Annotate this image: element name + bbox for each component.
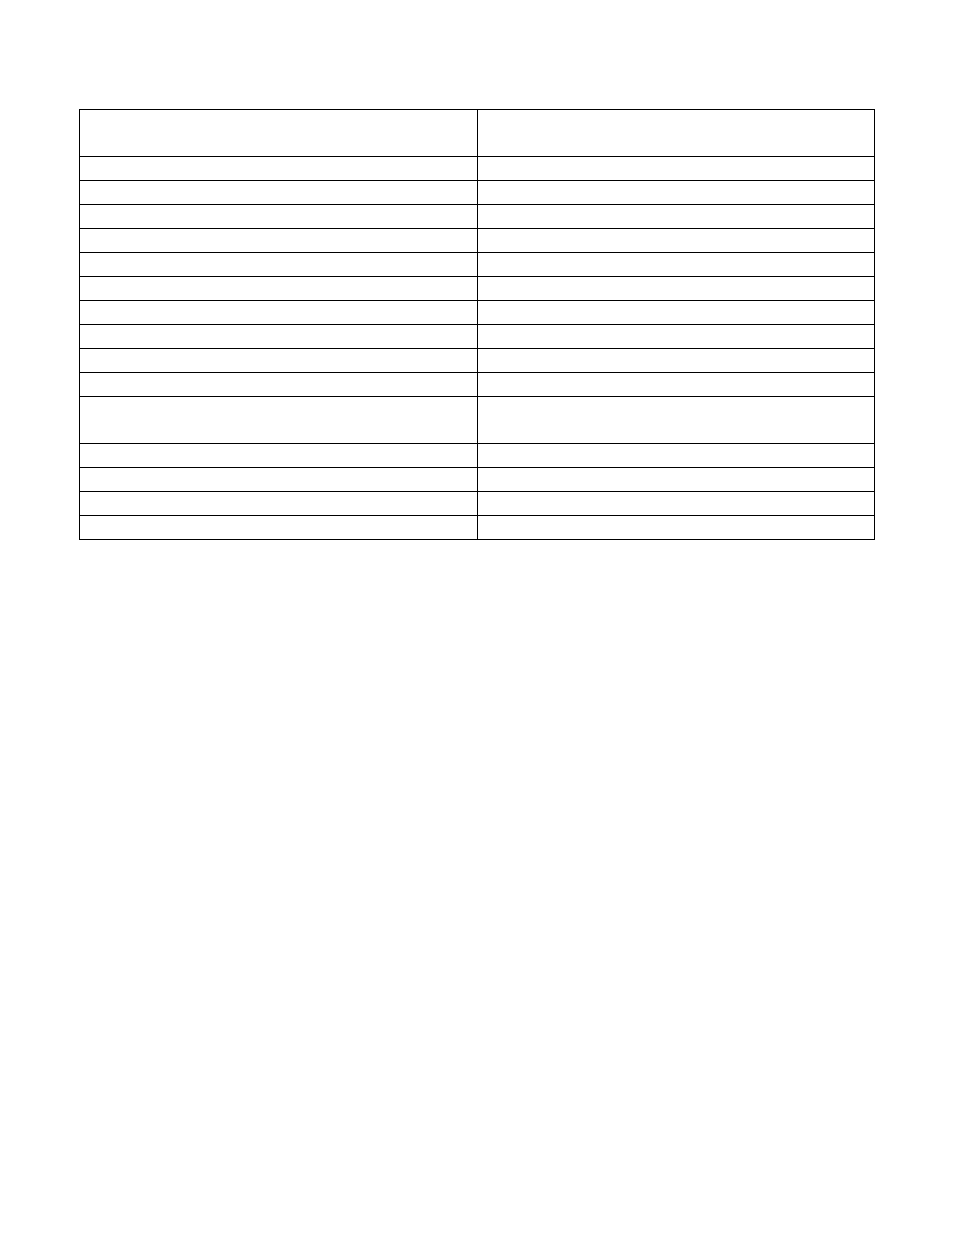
table-row [80, 516, 875, 540]
table-row [80, 253, 875, 277]
table-cell-right [477, 229, 875, 253]
table-cell-left [80, 181, 478, 205]
table-row [80, 444, 875, 468]
table-cell-left [80, 516, 478, 540]
table-cell-left [80, 301, 478, 325]
table-cell-right [477, 205, 875, 229]
table-cell-left [80, 205, 478, 229]
table-cell-left [80, 157, 478, 181]
table-cell-left [80, 349, 478, 373]
table-cell-left [80, 397, 478, 444]
table-row [80, 181, 875, 205]
table-cell-left [80, 253, 478, 277]
table-row [80, 301, 875, 325]
table-row [80, 229, 875, 253]
table-row [80, 349, 875, 373]
table-row [80, 397, 875, 444]
table-cell-left [80, 468, 478, 492]
table-cell-left [80, 229, 478, 253]
table-cell-left [80, 277, 478, 301]
empty-table [79, 109, 875, 540]
table-cell-right [477, 301, 875, 325]
table-row [80, 277, 875, 301]
table-cell-right [477, 181, 875, 205]
table-row [80, 205, 875, 229]
table-cell-left [80, 492, 478, 516]
table-cell-right [477, 325, 875, 349]
table-cell-right [477, 397, 875, 444]
table-row [80, 110, 875, 157]
table-cell-right [477, 492, 875, 516]
table-cell-right [477, 110, 875, 157]
table-cell-left [80, 325, 478, 349]
table-cell-right [477, 253, 875, 277]
table-row [80, 468, 875, 492]
table [79, 109, 875, 540]
table-cell-right [477, 516, 875, 540]
table-cell-right [477, 157, 875, 181]
table-cell-left [80, 444, 478, 468]
table-cell-left [80, 373, 478, 397]
table-row [80, 325, 875, 349]
table-cell-right [477, 277, 875, 301]
table-cell-right [477, 373, 875, 397]
table-cell-right [477, 444, 875, 468]
table-row [80, 157, 875, 181]
table-cell-right [477, 349, 875, 373]
table-row [80, 373, 875, 397]
table-row [80, 492, 875, 516]
table-cell-right [477, 468, 875, 492]
table-cell-left [80, 110, 478, 157]
